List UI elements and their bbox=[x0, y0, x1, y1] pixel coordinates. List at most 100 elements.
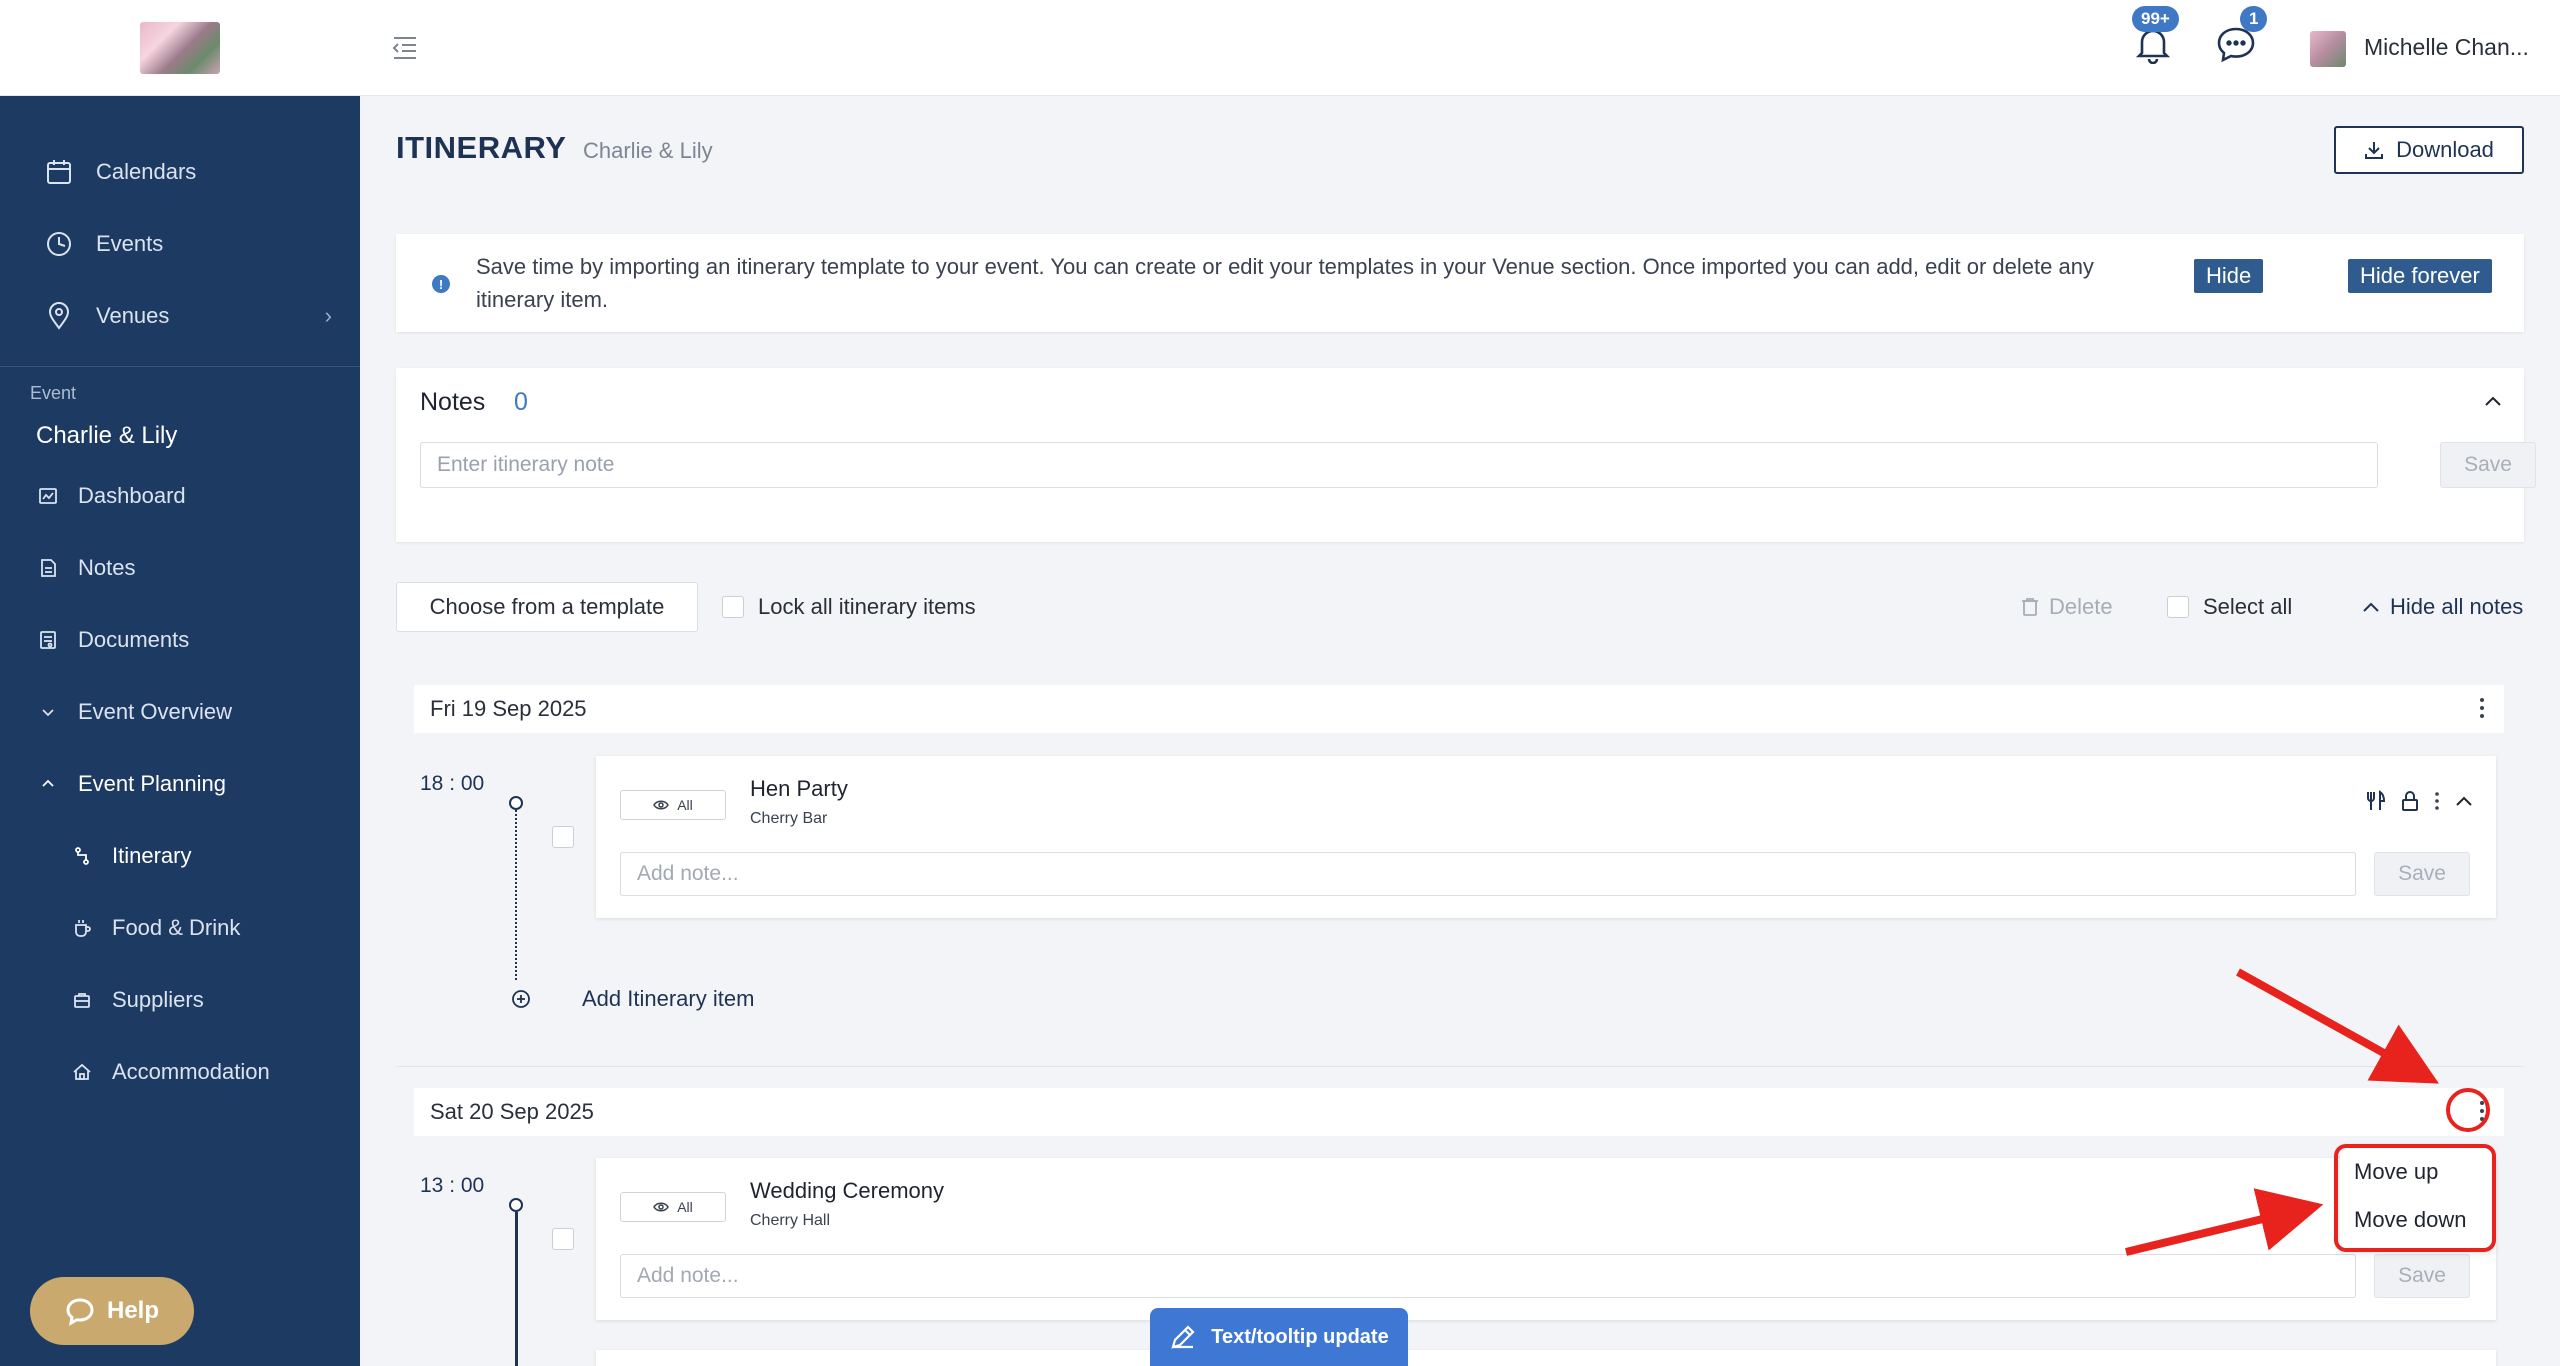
hide-button[interactable]: Hide bbox=[2194, 259, 2264, 293]
item-time: 13 : 00 bbox=[420, 1174, 485, 1197]
messages-button[interactable]: 1 bbox=[2216, 6, 2268, 69]
cutlery-icon[interactable] bbox=[2366, 790, 2386, 812]
item-location: Cherry Bar bbox=[750, 810, 828, 827]
home-icon bbox=[70, 1062, 94, 1082]
text-tooltip-update-label: Text/tooltip update bbox=[1211, 1325, 1389, 1348]
day-header: Sat 20 Sep 2025 bbox=[414, 1088, 2504, 1136]
collapse-menu-icon[interactable] bbox=[390, 32, 420, 67]
item-save-button[interactable]: Save bbox=[2374, 852, 2470, 896]
notes-panel: Notes 0 Save bbox=[396, 368, 2536, 542]
item-note-input[interactable] bbox=[620, 1254, 2356, 1298]
notifications-button[interactable]: 99+ bbox=[2132, 6, 2179, 69]
chevron-up-icon bbox=[2363, 602, 2379, 612]
item-title[interactable]: Hen Party bbox=[750, 776, 848, 802]
select-all-checkbox[interactable] bbox=[2167, 596, 2189, 618]
main-content: ITINERARY Charlie & Lily Download ! Save… bbox=[360, 96, 2560, 1366]
venue-logo[interactable] bbox=[140, 21, 220, 74]
timeline-line bbox=[515, 810, 517, 980]
item-title[interactable]: Wedding Ceremony bbox=[750, 1178, 944, 1204]
nav-label: Dashboard bbox=[78, 483, 186, 508]
visibility-pill[interactable]: All bbox=[620, 1192, 726, 1222]
nav-suppliers[interactable]: Suppliers bbox=[0, 964, 360, 1036]
chevron-up-icon[interactable] bbox=[2454, 794, 2474, 808]
lock-all-label: Lock all itinerary items bbox=[758, 594, 976, 619]
item-note-input[interactable] bbox=[620, 852, 2356, 896]
hide-all-notes-button[interactable]: Hide all notes bbox=[2362, 594, 2523, 620]
annotation-box bbox=[2334, 1144, 2496, 1252]
download-button[interactable]: Download bbox=[2334, 126, 2524, 174]
nav-documents[interactable]: Documents bbox=[0, 604, 360, 676]
hide-forever-button[interactable]: Hide forever bbox=[2348, 259, 2492, 293]
day-header: Fri 19 Sep 2025 bbox=[414, 685, 2504, 733]
help-label: Help bbox=[106, 1297, 159, 1324]
lock-all-option[interactable]: Lock all itinerary items bbox=[722, 594, 976, 620]
event-caption: Event bbox=[30, 383, 77, 403]
chat-bubble-icon bbox=[66, 1298, 94, 1326]
day-date: Fri 19 Sep 2025 bbox=[430, 696, 587, 721]
add-itinerary-item-button[interactable]: Add Itinerary item bbox=[510, 986, 754, 1012]
dashboard-icon bbox=[36, 486, 60, 506]
select-all-option[interactable]: Select all bbox=[2167, 594, 2292, 620]
select-all-label: Select all bbox=[2203, 594, 2293, 619]
day-options-icon[interactable] bbox=[2478, 695, 2486, 726]
note-icon bbox=[36, 558, 60, 578]
page-subtitle: Charlie & Lily bbox=[583, 138, 713, 163]
item-select-checkbox[interactable] bbox=[552, 1228, 574, 1250]
notes-title: Notes bbox=[420, 388, 486, 416]
logo-area[interactable] bbox=[0, 0, 360, 96]
download-icon bbox=[2365, 142, 2384, 159]
item-save-button[interactable]: Save bbox=[2374, 1254, 2470, 1298]
help-button[interactable]: Help bbox=[30, 1277, 194, 1345]
day-date: Sat 20 Sep 2025 bbox=[430, 1099, 594, 1124]
trash-icon bbox=[2022, 598, 2038, 616]
text-tooltip-update-button[interactable]: Text/tooltip update bbox=[1150, 1308, 1408, 1366]
more-options-icon[interactable] bbox=[2434, 790, 2440, 812]
download-label: Download bbox=[2396, 137, 2494, 162]
document-icon bbox=[36, 630, 60, 650]
nav-event-overview[interactable]: Event Overview bbox=[0, 676, 360, 748]
nav-dashboard[interactable]: Dashboard bbox=[0, 460, 360, 532]
event-name: Charlie & Lily bbox=[36, 422, 178, 449]
item-actions bbox=[2366, 790, 2474, 812]
messages-badge: 1 bbox=[2240, 6, 2268, 32]
nav-itinerary[interactable]: Itinerary bbox=[0, 820, 360, 892]
chevron-down-icon bbox=[36, 704, 60, 720]
item-select-checkbox[interactable] bbox=[552, 826, 574, 848]
item-location: Cherry Hall bbox=[750, 1212, 831, 1229]
user-name[interactable]: Michelle Chan... bbox=[2364, 34, 2529, 61]
nav-label: Event Planning bbox=[78, 771, 226, 796]
visibility-pill[interactable]: All bbox=[620, 790, 726, 820]
nav-event-planning[interactable]: Event Planning bbox=[0, 748, 360, 820]
nav-calendars[interactable]: Calendars bbox=[0, 136, 360, 208]
add-circle-icon bbox=[512, 990, 530, 1008]
clock-icon bbox=[42, 227, 76, 261]
itinerary-icon bbox=[70, 846, 94, 866]
itinerary-item-partial bbox=[596, 1350, 2496, 1366]
avatar[interactable] bbox=[2310, 31, 2346, 67]
eye-icon bbox=[653, 1202, 670, 1212]
nav-label: Food & Drink bbox=[112, 915, 241, 940]
itinerary-item: All Hen Party Cherry Bar Save bbox=[596, 756, 2496, 918]
timeline-node bbox=[509, 796, 523, 810]
delete-label: Delete bbox=[2049, 594, 2113, 619]
chevron-up-icon[interactable] bbox=[2484, 394, 2502, 413]
notifications-badge: 99+ bbox=[2132, 6, 2179, 32]
itinerary-note-input[interactable] bbox=[420, 442, 2378, 488]
topbar: 99+ 1 Michelle Chan... bbox=[360, 0, 2560, 96]
nav-accommodation[interactable]: Accommodation bbox=[0, 1036, 360, 1108]
nav-notes[interactable]: Notes bbox=[0, 532, 360, 604]
timeline-node bbox=[509, 1198, 523, 1212]
delete-button[interactable]: Delete bbox=[2021, 594, 2113, 620]
nav-food-drink[interactable]: Food & Drink bbox=[0, 892, 360, 964]
nav-label: Event Overview bbox=[78, 699, 233, 724]
lock-icon[interactable] bbox=[2400, 790, 2420, 812]
nav-venues[interactable]: Venues › bbox=[0, 280, 360, 352]
notes-save-button[interactable]: Save bbox=[2440, 442, 2536, 488]
chevron-up-icon bbox=[36, 776, 60, 792]
nav-events[interactable]: Events bbox=[0, 208, 360, 280]
choose-template-button[interactable]: Choose from a template bbox=[396, 582, 698, 632]
info-text: Save time by importing an itinerary temp… bbox=[476, 254, 2094, 312]
lock-all-checkbox[interactable] bbox=[722, 596, 744, 618]
nav-label: Accommodation bbox=[112, 1059, 270, 1084]
main-nav: Calendars Events Venues › bbox=[0, 96, 360, 352]
